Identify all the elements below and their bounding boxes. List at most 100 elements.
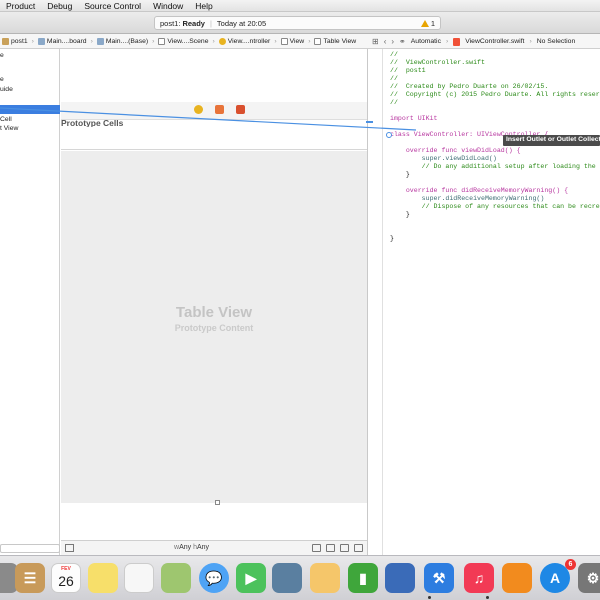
editor-gutter [368, 49, 383, 555]
outline-row[interactable]: e [0, 75, 4, 84]
prototype-cells-header: Prototype Cells [61, 120, 124, 127]
back-button[interactable]: ‹ [384, 37, 387, 46]
first-responder-icon[interactable] [215, 105, 224, 114]
document-outline: e e uide Cell t View [0, 49, 60, 555]
menu-window[interactable]: Window [147, 1, 189, 11]
ibooks-icon[interactable] [502, 563, 532, 593]
code-line: // [390, 51, 398, 58]
jump-bar: post1 › Main....board › Main....(Base) › Vi… [0, 34, 600, 49]
app-store-badge: 6 [565, 559, 576, 570]
align-icon[interactable] [312, 544, 321, 552]
code-line: } [390, 211, 410, 218]
view-controller-icon[interactable] [194, 105, 203, 114]
related-items-icon[interactable]: ⊞ [372, 37, 379, 46]
chevron-right-icon: › [152, 37, 155, 45]
outline-filter-field[interactable] [0, 544, 60, 553]
preview-icon[interactable] [310, 563, 340, 593]
code-line: } [390, 171, 410, 178]
outline-row-selected[interactable] [0, 105, 60, 114]
code-line: override func viewDidLoad() { [390, 147, 521, 154]
code-line: // Do any additional setup after loading… [421, 163, 600, 170]
breadcrumb-table-view[interactable]: Table View [312, 37, 358, 45]
chevron-right-icon: › [90, 37, 93, 45]
code-line: // ViewController.swift [390, 59, 485, 66]
activity-view: post1: Ready | Today at 20:05 1 [154, 16, 441, 30]
menu-debug[interactable]: Debug [41, 1, 78, 11]
assistant-icon: ⚭ [399, 37, 406, 46]
outline-row[interactable]: uide [0, 85, 13, 94]
facetime-icon[interactable]: ▶ [236, 563, 266, 593]
menu-source-control[interactable]: Source Control [78, 1, 147, 11]
exit-icon[interactable] [236, 105, 245, 114]
table-view-title: Table View [175, 304, 253, 321]
outline-row[interactable]: e [0, 51, 4, 60]
table-view[interactable]: Table View Prototype Content [61, 151, 367, 503]
table-view-icon [314, 37, 322, 45]
activity-time: Today at 20:05 [216, 18, 267, 28]
swift-file-icon [453, 37, 461, 46]
reminders-icon[interactable] [124, 563, 154, 593]
breadcrumb-post1[interactable]: post1 › [0, 37, 36, 45]
breadcrumb-main-storyboard[interactable]: Main....board › [36, 37, 95, 45]
pin-icon[interactable] [326, 544, 335, 552]
messages-icon[interactable]: 💬 [199, 563, 229, 593]
keynote-icon[interactable] [385, 563, 415, 593]
chevron-right-icon: › [529, 38, 532, 45]
table-view-scene[interactable]: Prototype Cells Table View Prototype Con… [61, 120, 367, 505]
running-indicator [486, 596, 489, 599]
code-line: // [390, 99, 398, 106]
warning-indicator[interactable]: 1 [420, 19, 435, 28]
scene-icon [158, 37, 166, 45]
toolbar: post1: Ready | Today at 20:05 1 [0, 12, 600, 34]
breadcrumb-scene[interactable]: View....Scene › [156, 37, 216, 45]
chevron-right-icon: › [274, 37, 277, 45]
code-line: // Dispose of any resources that can be … [390, 203, 600, 210]
resizing-icon[interactable] [354, 544, 363, 552]
assistant-file[interactable]: ViewController.swift [465, 38, 524, 45]
storyboard-icon [96, 37, 104, 45]
view-controller-icon [218, 37, 226, 45]
resize-handle[interactable] [215, 500, 220, 505]
numbers-icon[interactable]: ▮ [348, 563, 378, 593]
activity-separator: | [209, 18, 212, 28]
canvas-bottom-bar: wAny hAny [61, 540, 367, 555]
toggle-outline-icon[interactable] [65, 544, 74, 552]
xcode-icon[interactable]: ⚒ [424, 563, 454, 593]
calendar-icon[interactable]: FEV 26 [51, 563, 81, 593]
menu-product[interactable]: Product [0, 1, 41, 11]
running-indicator [428, 596, 431, 599]
code-editor[interactable]: // // ViewController.swift // post1 // /… [383, 49, 600, 555]
breadcrumb-view-controller[interactable]: View....ntroller › [217, 37, 279, 45]
maps-icon[interactable] [161, 563, 191, 593]
code-line: // post1 [390, 67, 426, 74]
menu-help[interactable]: Help [189, 1, 218, 11]
system-preferences-icon[interactable]: ⚙ [578, 563, 600, 593]
activity-status: Ready [182, 18, 205, 28]
breadcrumb-view[interactable]: View › [279, 37, 313, 45]
notes-icon[interactable] [88, 563, 118, 593]
code-line: // Copyright (c) 2015 Pedro Duarte. All … [390, 91, 600, 98]
storyboard-icon [37, 37, 45, 45]
outline-row[interactable]: Cell [0, 115, 12, 124]
breadcrumb-main-base[interactable]: Main....(Base) › [95, 37, 157, 45]
forward-button[interactable]: › [391, 37, 394, 46]
contacts-app-icon[interactable]: ☰ [15, 563, 45, 593]
assistant-selection[interactable]: No Selection [537, 38, 576, 45]
photo-booth-icon[interactable] [272, 563, 302, 593]
dock: ☰ FEV 26 💬 ▶ ▮ ⚒ ♫ A ⚙ [0, 555, 600, 600]
canvas-tools [312, 544, 363, 552]
chevron-right-icon: › [212, 37, 215, 45]
size-class-control[interactable]: wAny hAny [174, 544, 209, 551]
assistant-mode[interactable]: Automatic [411, 38, 441, 45]
prototype-cell[interactable] [61, 128, 367, 150]
storyboard-canvas[interactable]: Prototype Cells Table View Prototype Con… [61, 49, 367, 555]
resolve-icon[interactable] [340, 544, 349, 552]
music-icon[interactable]: ♫ [464, 563, 494, 593]
outline-row[interactable]: t View [0, 124, 18, 133]
chevron-right-icon: › [308, 37, 311, 45]
code-line: // [390, 75, 398, 82]
assistant-jump-bar: ⊞ ‹ › ⚭ Automatic › ViewController.swift… [372, 34, 576, 48]
warning-icon [420, 19, 429, 27]
chevron-right-icon: › [445, 38, 449, 45]
activity-project: post1: [160, 18, 181, 28]
